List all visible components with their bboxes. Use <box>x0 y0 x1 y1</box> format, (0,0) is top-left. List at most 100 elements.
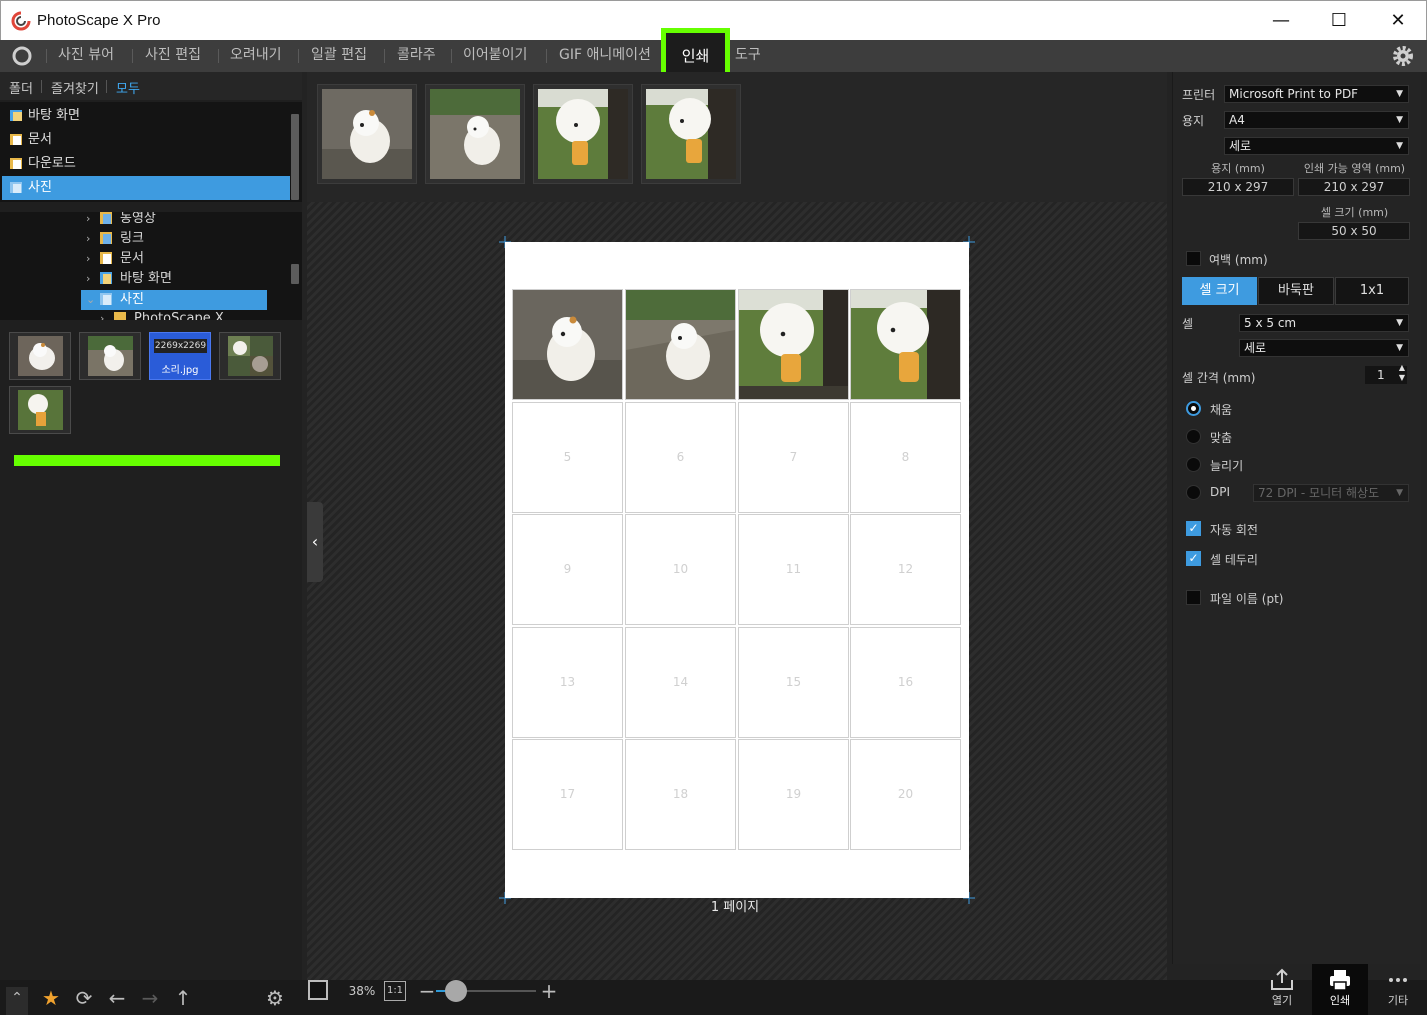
menu-gif-animation[interactable]: GIF 애니메이션 <box>559 40 651 72</box>
menu-collage[interactable]: 콜라주 <box>397 40 436 72</box>
up-arrow-icon[interactable]: ↑ <box>172 987 194 1009</box>
page-view-icon[interactable] <box>308 980 328 1000</box>
menu-tools[interactable]: 도구 <box>735 40 761 72</box>
tree-item-videos[interactable]: › 농영상 <box>86 212 156 229</box>
chevron-right-icon[interactable]: › <box>86 269 100 289</box>
mode-1x1-button[interactable]: 1x1 <box>1335 277 1409 305</box>
tree-label: 바탕 화면 <box>120 271 172 286</box>
quick-item-desktop[interactable]: 바탕 화면 <box>2 104 290 128</box>
actual-size-button[interactable]: 1:1 <box>384 981 406 1001</box>
strip-photo[interactable] <box>425 84 525 184</box>
quick-scrollbar[interactable] <box>291 114 299 200</box>
chevron-right-icon[interactable]: › <box>86 212 100 229</box>
menu-cut-out[interactable]: 오려내기 <box>230 40 282 72</box>
fit-fill-radio[interactable] <box>1186 401 1201 416</box>
close-button[interactable]: ✕ <box>1383 9 1413 33</box>
refresh-icon[interactable]: ⟳ <box>73 987 95 1009</box>
zoom-slider-knob[interactable] <box>445 980 467 1002</box>
tree-item-pictures[interactable]: ⌄ 사진 <box>86 290 144 310</box>
more-button[interactable]: 기타 <box>1370 964 1426 1015</box>
fit-dpi-radio[interactable] <box>1186 485 1201 500</box>
star-icon[interactable]: ★ <box>40 987 62 1009</box>
file-thumbnail[interactable] <box>9 332 71 380</box>
empty-cell[interactable]: 19 <box>738 739 849 850</box>
photo-cell-2[interactable] <box>625 289 736 400</box>
chevron-right-icon[interactable]: › <box>86 229 100 249</box>
menu-photo-editor[interactable]: 사진 편집 <box>145 40 201 72</box>
photo-cell-3[interactable] <box>738 289 849 400</box>
gear-icon[interactable] <box>1391 44 1415 68</box>
tree-item-documents[interactable]: › 문서 <box>86 249 144 269</box>
menu-photo-viewer[interactable]: 사진 뷰어 <box>58 40 114 72</box>
photo-cell-4[interactable] <box>850 289 961 400</box>
file-thumbnail[interactable] <box>79 332 141 380</box>
margin-checkbox[interactable] <box>1186 251 1201 266</box>
quick-item-pictures[interactable]: 사진 <box>2 176 290 200</box>
cell-size-select[interactable]: 5 x 5 cm ▼ <box>1239 314 1409 332</box>
auto-rotate-checkbox[interactable]: ✓ <box>1186 521 1201 536</box>
quick-item-downloads[interactable]: 다운로드 <box>2 152 290 176</box>
file-thumbnail[interactable] <box>9 386 71 434</box>
chevron-up-icon[interactable]: ⌃ <box>6 987 28 1015</box>
zoom-in-icon[interactable]: + <box>538 980 560 1002</box>
mode-tile-button[interactable]: 바둑판 <box>1258 277 1334 305</box>
open-button[interactable]: 열기 <box>1254 964 1310 1015</box>
empty-cell[interactable]: 20 <box>850 739 961 850</box>
fit-fit-radio[interactable] <box>1186 429 1201 444</box>
tab-all[interactable]: 모두 <box>116 78 140 97</box>
tree-item-desktop[interactable]: › 바탕 화면 <box>86 269 172 289</box>
chevron-right-icon[interactable]: › <box>86 249 100 269</box>
strip-photo[interactable] <box>533 84 633 184</box>
gear-icon[interactable]: ⚙ <box>264 987 286 1009</box>
orientation-select[interactable]: 세로 ▼ <box>1224 137 1409 155</box>
strip-photo[interactable] <box>641 84 741 184</box>
menu-batch-editor[interactable]: 일괄 편집 <box>311 40 367 72</box>
tab-favorites[interactable]: 즐겨찾기 <box>51 78 99 97</box>
empty-cell[interactable]: 6 <box>625 402 736 513</box>
empty-cell[interactable]: 9 <box>512 514 623 625</box>
zoom-out-icon[interactable]: − <box>416 980 438 1002</box>
zoom-level[interactable]: 38% <box>344 979 380 1003</box>
stepper-arrows-icon[interactable]: ▲ ▼ <box>1399 363 1405 383</box>
file-thumbnail[interactable] <box>219 332 281 380</box>
back-arrow-icon[interactable]: ← <box>106 987 128 1009</box>
file-name-checkbox[interactable] <box>1186 590 1201 605</box>
tree-scrollbar[interactable] <box>291 264 299 284</box>
empty-cell[interactable]: 18 <box>625 739 736 850</box>
photoscape-home-icon[interactable] <box>10 45 34 67</box>
file-thumbnail-selected[interactable]: 2269x2269 소리.jpg <box>149 332 211 380</box>
empty-cell[interactable]: 17 <box>512 739 623 850</box>
chevron-right-icon[interactable]: › <box>100 309 114 320</box>
fit-stretch-radio[interactable] <box>1186 457 1201 472</box>
empty-cell[interactable]: 5 <box>512 402 623 513</box>
mode-cell-size-button[interactable]: 셀 크기 <box>1182 277 1257 305</box>
paper-select[interactable]: A4 ▼ <box>1224 111 1409 129</box>
strip-photo[interactable] <box>317 84 417 184</box>
empty-cell[interactable]: 12 <box>850 514 961 625</box>
empty-cell[interactable]: 15 <box>738 627 849 738</box>
empty-cell[interactable]: 11 <box>738 514 849 625</box>
empty-cell[interactable]: 7 <box>738 402 849 513</box>
printer-select[interactable]: Microsoft Print to PDF ▼ <box>1224 85 1409 103</box>
photo-cell-1[interactable] <box>512 289 623 400</box>
chevron-down-icon[interactable]: ⌄ <box>86 290 100 310</box>
tab-folders[interactable]: 폴더 <box>9 78 33 97</box>
empty-cell[interactable]: 14 <box>625 627 736 738</box>
tree-item-links[interactable]: › 링크 <box>86 229 144 249</box>
dpi-select[interactable]: 72 DPI - 모니터 해상도 ▼ <box>1253 484 1409 502</box>
cell-orientation-select[interactable]: 세로 ▼ <box>1239 339 1409 357</box>
cell-border-checkbox[interactable]: ✓ <box>1186 551 1201 566</box>
empty-cell[interactable]: 8 <box>850 402 961 513</box>
empty-cell[interactable]: 10 <box>625 514 736 625</box>
minimize-button[interactable]: — <box>1266 9 1296 33</box>
print-button[interactable]: 인쇄 <box>1312 964 1368 1015</box>
quick-item-documents[interactable]: 문서 <box>2 128 290 152</box>
collapse-panel-button[interactable]: ‹ <box>307 502 323 582</box>
empty-cell[interactable]: 16 <box>850 627 961 738</box>
cell-spacing-stepper[interactable]: 1 ▲ ▼ <box>1365 363 1407 384</box>
tree-item-photoscape[interactable]: › PhotoScape X <box>100 309 224 320</box>
empty-cell[interactable]: 13 <box>512 627 623 738</box>
forward-arrow-icon[interactable]: → <box>139 987 161 1009</box>
menu-combine[interactable]: 이어붙이기 <box>463 40 527 72</box>
maximize-button[interactable]: ☐ <box>1324 9 1354 33</box>
